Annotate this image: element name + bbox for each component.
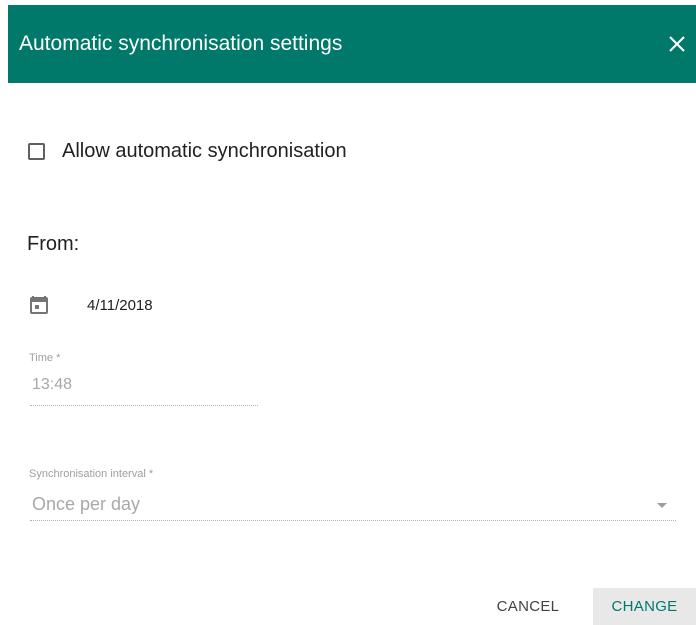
dialog-header: Automatic synchronisation settings [8, 5, 696, 83]
calendar-icon[interactable] [29, 294, 51, 316]
interval-underline [30, 520, 676, 521]
from-date-value[interactable]: 4/11/2018 [87, 297, 153, 314]
auto-sync-label[interactable]: Allow automatic synchronisation [62, 140, 347, 163]
sync-settings-dialog: Automatic synchronisation settings Allow… [0, 0, 696, 625]
interval-label: Synchronisation interval * [29, 468, 154, 480]
auto-sync-checkbox[interactable] [28, 142, 45, 160]
dropdown-arrow-icon[interactable] [657, 503, 667, 508]
dialog-title: Automatic synchronisation settings [19, 32, 343, 55]
time-underline [30, 405, 258, 406]
time-label: Time * [29, 352, 61, 364]
cancel-button[interactable]: CANCEL [482, 588, 574, 625]
from-label: From: [27, 233, 80, 255]
time-value[interactable]: 13:48 [32, 376, 72, 394]
auto-sync-checkbox-row[interactable]: Allow automatic synchronisation [28, 137, 347, 165]
date-picker-row: 4/11/2018 [29, 292, 153, 318]
interval-value[interactable]: Once per day [32, 494, 140, 515]
change-button[interactable]: CHANGE [593, 588, 696, 625]
close-icon[interactable] [668, 35, 686, 53]
